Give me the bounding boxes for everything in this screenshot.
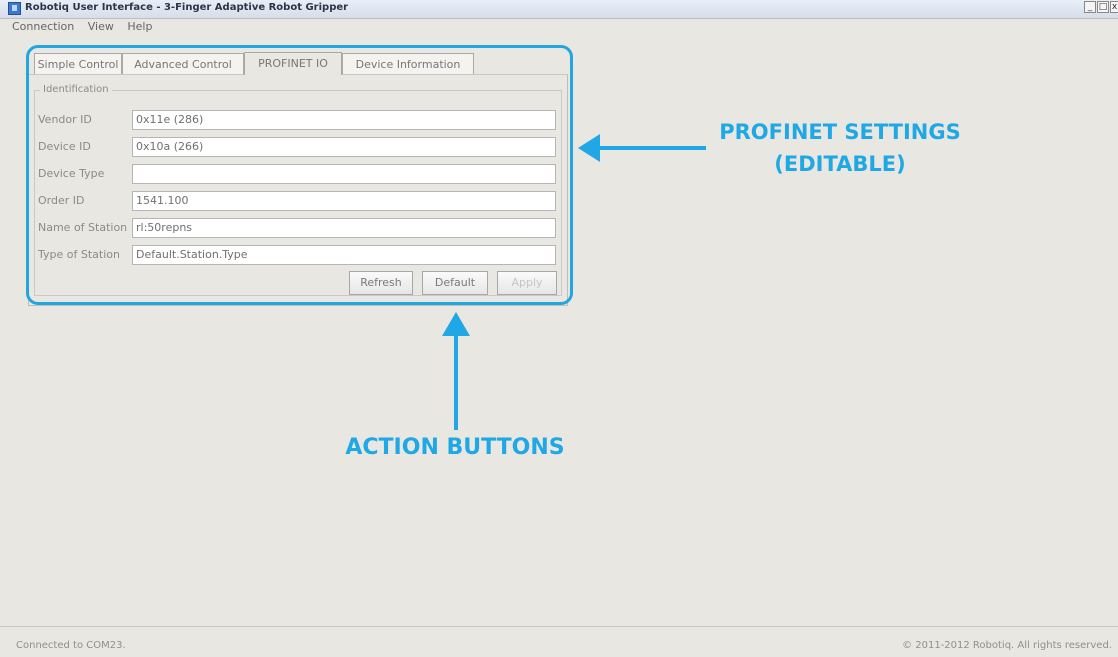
status-bar: Connected to COM23. © 2011-2012 Robotiq.… (0, 626, 1118, 657)
profinet-editable-label: (EDITABLE) (774, 152, 906, 176)
action-buttons-label: ACTION BUTTONS (345, 435, 565, 460)
connection-status: Connected to COM23. (16, 640, 126, 651)
copyright-text: © 2011-2012 Robotiq. All rights reserved… (902, 640, 1112, 651)
tab-profinet-io[interactable]: PROFINET IO (244, 52, 342, 75)
profinet-settings-label: PROFINET SETTINGS (719, 120, 961, 144)
annotation-arrows (442, 134, 706, 430)
action-arrow (442, 312, 470, 430)
profinet-arrow (578, 134, 706, 162)
